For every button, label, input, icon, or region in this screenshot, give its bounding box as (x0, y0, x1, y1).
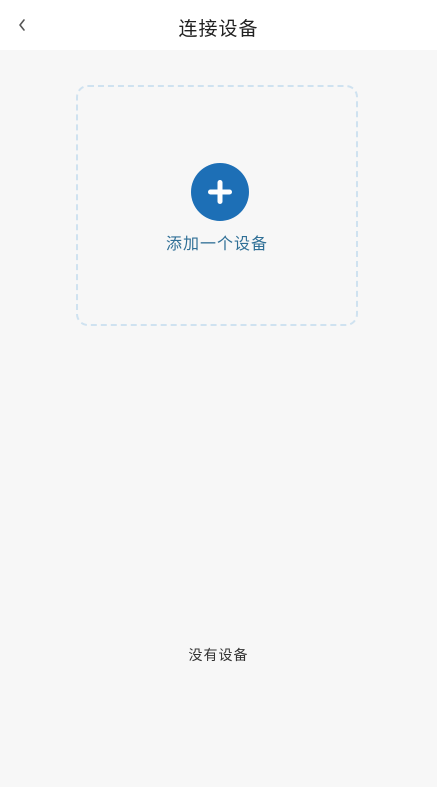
page-title: 连接设备 (178, 18, 259, 40)
plus-icon (205, 177, 235, 207)
add-device-button[interactable] (191, 163, 249, 221)
add-device-card[interactable]: 添加一个设备 (76, 85, 358, 326)
empty-state-text: 没有设备 (188, 648, 249, 664)
top-bar: 连接设备 (0, 0, 437, 50)
add-device-label: 添加一个设备 (165, 234, 268, 253)
